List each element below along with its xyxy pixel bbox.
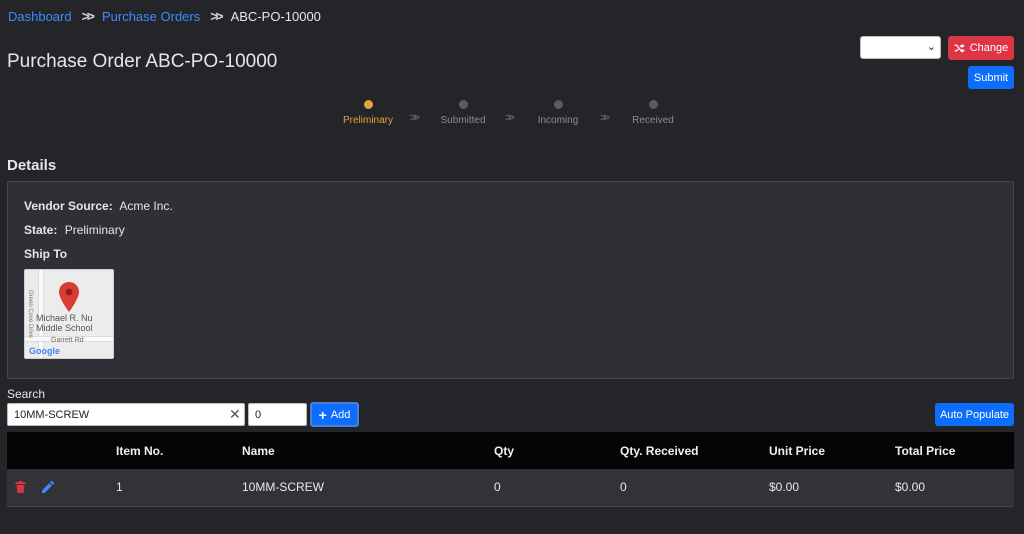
step-incoming: Incoming	[523, 100, 593, 126]
state-label: State:	[24, 223, 58, 237]
step-label: Received	[632, 115, 674, 126]
column-header-qty: Qty	[494, 443, 515, 458]
step-dot	[363, 100, 373, 109]
step-dot	[648, 100, 658, 109]
map-place-name: Michael R. Nu Middle School	[36, 313, 93, 333]
breadcrumb-dashboard-link[interactable]: Dashboard	[8, 9, 72, 24]
column-header-item-no: Item No.	[116, 443, 164, 458]
step-submitted: Submitted	[428, 100, 498, 126]
details-heading: Details	[7, 157, 57, 174]
step-received: Received	[618, 100, 688, 126]
plus-icon: +	[318, 406, 327, 423]
add-button-label: Add	[330, 408, 351, 421]
column-header-qty-received: Qty. Received	[620, 443, 699, 458]
close-icon[interactable]: ✕	[229, 406, 241, 423]
pencil-icon[interactable]	[42, 481, 54, 494]
double-chevron-right-icon: >>	[505, 112, 515, 124]
trash-icon[interactable]	[15, 481, 26, 494]
page-title: Purchase Order ABC-PO-10000	[7, 51, 278, 72]
add-button[interactable]: + Add	[310, 402, 359, 427]
double-chevron-right-icon: >>	[410, 112, 420, 124]
search-label: Search	[7, 387, 46, 401]
cell-name: 10MM-SCREW	[242, 480, 325, 495]
table-row: 1 10MM-SCREW 0 0 $0.00 $0.00	[7, 469, 1014, 506]
table-header-row: Item No. Name Qty Qty. Received Unit Pri…	[7, 432, 1014, 469]
cell-qty: 0	[494, 480, 501, 495]
cell-item-no: 1	[116, 480, 123, 495]
state-value: Preliminary	[64, 223, 125, 237]
row-actions-cell	[7, 469, 116, 506]
double-chevron-right-icon: >>	[210, 8, 223, 24]
ship-to-map[interactable]: Green Cove Drive Michael R. Nu Middle Sc…	[24, 269, 114, 359]
column-header-total-price: Total Price	[895, 443, 956, 458]
step-dot	[458, 100, 468, 109]
breadcrumb-current: ABC-PO-10000	[230, 8, 321, 24]
map-pin-icon	[59, 282, 79, 312]
column-header-unit-price: Unit Price	[769, 443, 826, 458]
column-header-name: Name	[242, 443, 275, 458]
search-input[interactable]	[7, 403, 245, 426]
vendor-source-label: Vendor Source:	[24, 199, 113, 213]
change-button-label: Change	[969, 42, 1009, 54]
vendor-source-value: Acme Inc.	[119, 199, 173, 213]
chevron-down-icon: ⌄	[926, 41, 936, 53]
map-side-road-label: Green Cove Drive	[27, 290, 33, 339]
breadcrumb: Dashboard >> Purchase Orders >> ABC-PO-1…	[8, 8, 321, 24]
vendor-source-row: Vendor Source: Acme Inc.	[24, 199, 173, 213]
ship-to-row: Ship To	[24, 247, 71, 261]
cell-unit-price: $0.00	[769, 480, 800, 495]
map-road-label: Garrett Rd	[51, 337, 84, 344]
items-table: Item No. Name Qty Qty. Received Unit Pri…	[7, 432, 1014, 507]
step-label: Preliminary	[342, 115, 393, 126]
cell-total-price: $0.00	[895, 480, 926, 495]
step-dot	[553, 100, 563, 109]
google-logo: Google	[29, 346, 60, 356]
quantity-input[interactable]	[248, 403, 307, 426]
cell-qty-received: 0	[620, 480, 627, 495]
details-card: Vendor Source: Acme Inc. State: Prelimin…	[7, 181, 1014, 379]
ship-to-label: Ship To	[24, 247, 68, 261]
breadcrumb-purchase-orders-link[interactable]: Purchase Orders	[102, 9, 200, 24]
shuffle-icon	[954, 44, 965, 53]
double-chevron-right-icon: >>	[600, 112, 610, 124]
state-select[interactable]: ⌄	[860, 36, 941, 59]
state-row: State: Preliminary	[24, 223, 125, 237]
step-label: Submitted	[440, 115, 486, 126]
change-button[interactable]: Change	[948, 36, 1014, 60]
status-stepper: Preliminary >> Submitted >> Incoming >> …	[340, 100, 700, 130]
auto-populate-button[interactable]: Auto Populate	[935, 403, 1014, 426]
column-header-actions	[7, 432, 116, 469]
double-chevron-right-icon: >>	[81, 8, 95, 24]
submit-button[interactable]: Submit	[968, 66, 1014, 89]
step-preliminary: Preliminary	[333, 100, 403, 126]
step-label: Incoming	[537, 115, 579, 126]
